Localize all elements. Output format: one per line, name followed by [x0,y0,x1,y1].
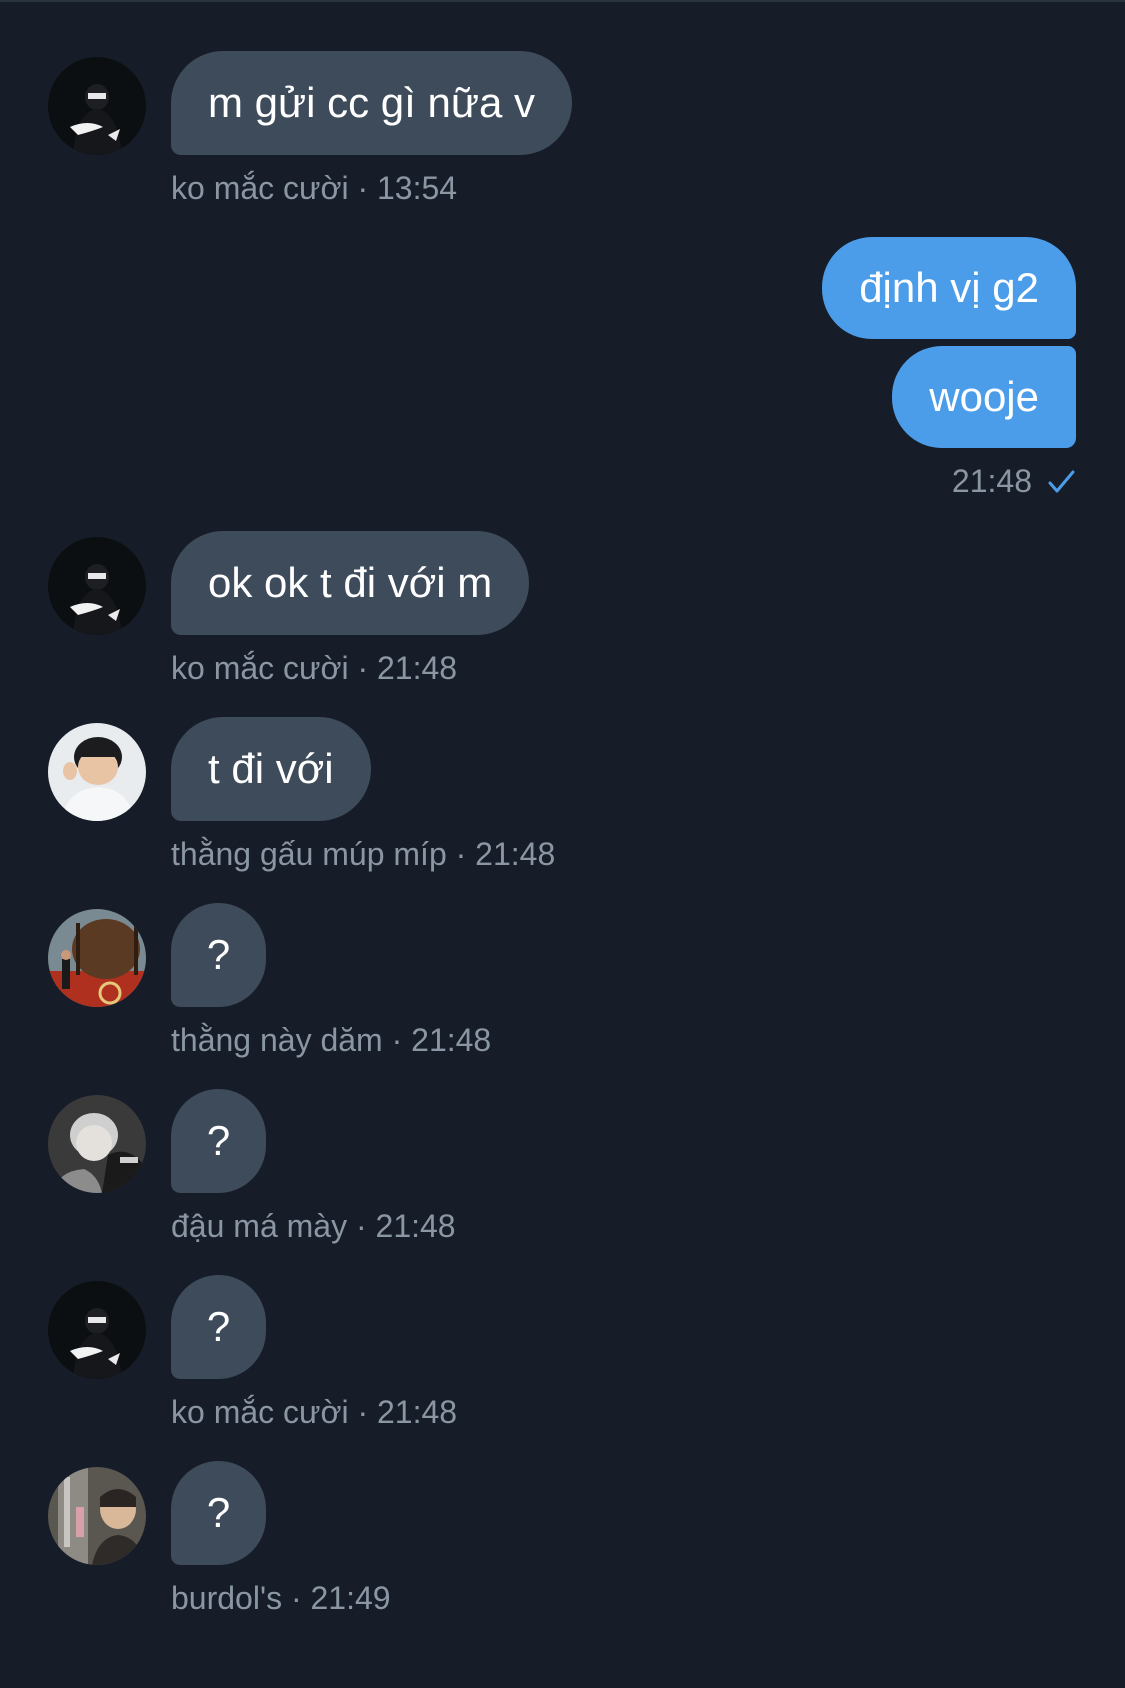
meta-separator: · [446,836,476,872]
avatar[interactable] [48,909,146,1007]
barrel-photo-avatar-icon [48,909,146,1007]
meta-separator: · [348,650,377,686]
sender-name[interactable]: ko mắc cười [171,170,349,206]
timestamp: 13:54 [376,170,458,206]
timestamp: 21:48 [475,836,556,872]
dark-night-avatar-icon [48,537,146,635]
grey-portrait-avatar-icon [48,1095,146,1193]
message-meta: ko mắc cười · 21:48 [171,650,457,687]
mirror-selfie-avatar-icon [48,1467,146,1565]
message-meta: burdol's · 21:49 [171,1580,391,1617]
divider [0,0,1125,2]
message-bubble[interactable]: ? [171,1461,266,1565]
timestamp: 21:48 [411,1022,492,1058]
message-bubble[interactable]: ok ok t đi với m [171,531,530,635]
meta-separator: · [282,1580,311,1616]
avatar[interactable] [48,1095,146,1193]
message-bubble[interactable]: ? [171,903,266,1007]
message-meta: thằng này dăm · 21:48 [171,1022,491,1059]
message-bubble[interactable]: ? [171,1089,266,1193]
dark-night-avatar-icon [48,57,146,155]
timestamp: 21:48 [951,463,1032,499]
timestamp: 21:49 [310,1580,391,1616]
avatar[interactable] [48,723,146,821]
avatar[interactable] [48,1281,146,1379]
message-meta: thằng gấu múp míp · 21:48 [171,836,555,873]
avatar[interactable] [48,57,146,155]
timestamp: 21:48 [375,1208,456,1244]
message-meta: ko mắc cười · 13:54 [171,170,457,207]
meta-separator: · [348,170,377,206]
chat-thread: m gửi cc gì nữa v ko mắc cười · 13:54 đị… [0,0,1125,1688]
meta-separator: · [348,1394,377,1430]
meta-separator: · [355,1208,376,1244]
sender-name[interactable]: thằng này dăm [171,1022,383,1058]
timestamp: 21:48 [376,650,458,686]
message-meta-outgoing: 21:48 [952,463,1076,500]
sender-name[interactable]: ko mắc cười [171,1394,349,1430]
message-bubble-outgoing[interactable]: wooje [892,346,1076,448]
sender-name[interactable]: thằng gấu múp míp [171,836,447,872]
timestamp: 21:48 [376,1394,458,1430]
avatar[interactable] [48,1467,146,1565]
message-bubble[interactable]: m gửi cc gì nữa v [171,51,572,155]
message-meta: đậu má mày · 21:48 [171,1208,456,1245]
check-icon [1048,470,1075,492]
sender-name[interactable]: burdol's [171,1580,282,1616]
sender-name[interactable]: đậu má mày [171,1208,356,1244]
message-bubble-outgoing[interactable]: định vị g2 [822,237,1076,339]
message-bubble[interactable]: t đi với [171,717,371,821]
sender-name[interactable]: ko mắc cười [171,650,349,686]
message-bubble[interactable]: ? [171,1275,266,1379]
child-photo-avatar-icon [48,723,146,821]
dark-night-avatar-icon [48,1281,146,1379]
meta-separator: · [382,1022,412,1058]
message-meta: ko mắc cười · 21:48 [171,1394,457,1431]
avatar[interactable] [48,537,146,635]
